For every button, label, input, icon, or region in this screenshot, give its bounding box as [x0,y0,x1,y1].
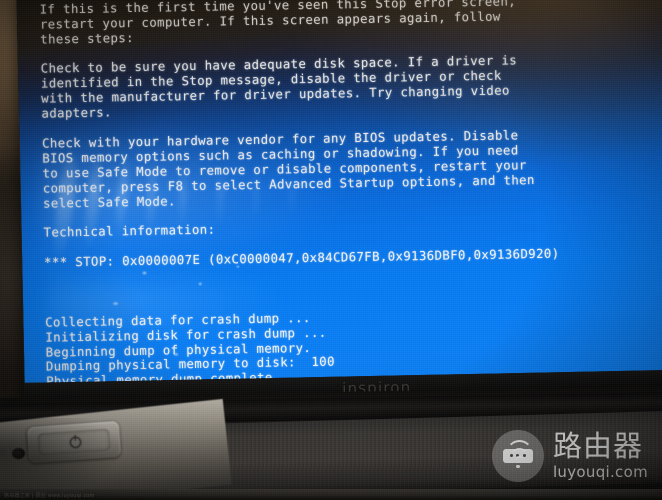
image-bottom-strip: 路由器之家 | 原创 www.luyouqi.com [0,489,662,500]
power-icon [69,436,82,449]
bsod-message-text: to your computer.If this is the first ti… [39,0,662,383]
power-button[interactable] [26,420,122,464]
lcd-panel: to your computer.If this is the first ti… [17,0,662,383]
bsod-screen-surface: to your computer.If this is the first ti… [17,0,662,383]
photograph-of-laptop-bsod: inspiron to your computer.If this is the… [0,0,662,500]
micro-caption: 路由器之家 | 原创 www.luyouqi.com [4,493,95,499]
power-button-surface [37,428,111,456]
